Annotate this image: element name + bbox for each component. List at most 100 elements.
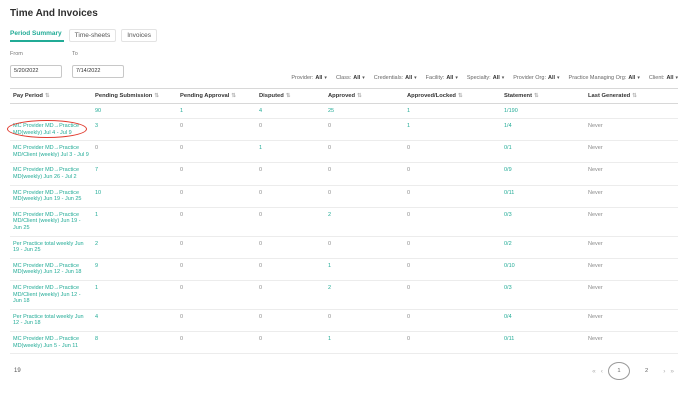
tab-period-summary[interactable]: Period Summary [10,28,64,42]
pay-period-link[interactable]: MC Provider MD→Practice MD(weekly) Jun 2… [13,167,79,180]
pay-period-link[interactable]: MC Provider MD→Practice MD(weekly) Jun 1… [13,263,81,276]
totals-link[interactable]: 1 [407,108,410,114]
filter-specialty[interactable]: Specialty: All ▾ [467,75,504,81]
cell-link[interactable]: 10 [95,190,101,196]
cell-link[interactable]: 2 [328,285,331,291]
filter-value: All [446,74,454,81]
last-page-button[interactable]: » [670,368,674,375]
page-button-1[interactable]: 1 [607,362,630,381]
cell-value: 0 [407,285,411,291]
sort-icon[interactable]: ⇅ [357,93,362,99]
totals-link[interactable]: 4 [259,108,262,114]
totals-cell: 4 [256,103,325,120]
table-row: MC Provider MD→Practice MD/Client (weekl… [10,207,678,237]
next-page-button[interactable]: › [663,368,665,375]
pay-period-cell: Per Practice total weekly Jun 12 - Jun 1… [10,309,92,332]
cell: 0 [325,309,404,332]
cell-link[interactable]: 1 [95,285,98,291]
column-header-disputed[interactable]: Disputed ⇅ [256,87,325,104]
pay-period-link[interactable]: Per Practice total weekly Jun 19 - Jun 2… [13,241,84,254]
pay-period-link[interactable]: MC Provider MD→Practice MD/Client (weekl… [13,145,89,158]
cell-value: 0 [180,240,184,247]
table-row: MC Provider MD→Practice MD(weekly) Jun 1… [10,258,678,282]
cell: 0 [256,207,325,237]
cell-link[interactable]: 3 [95,123,98,129]
cell-link[interactable]: 1 [259,145,262,151]
totals-link[interactable]: 90 [95,108,101,114]
column-header-label: Disputed [259,92,284,99]
filter-facility[interactable]: Facility: All ▾ [426,75,458,81]
column-header-statement[interactable]: Statement ⇅ [501,87,585,104]
totals-link[interactable]: 25 [328,108,334,114]
cell-link[interactable]: 0/2 [504,241,512,247]
sort-icon[interactable]: ⇅ [534,93,539,99]
cell-link[interactable]: 1/4 [504,123,512,129]
column-header-approved-locked[interactable]: Approved/Locked ⇅ [404,87,501,104]
sort-icon[interactable]: ⇅ [45,93,50,99]
filter-credentials[interactable]: Credentials: All ▾ [374,75,417,81]
sort-icon[interactable]: ⇅ [286,93,291,99]
sort-icon[interactable]: ⇅ [632,93,637,99]
cell: 0 [325,185,404,208]
cell-link[interactable]: 7 [95,167,98,173]
cell-link[interactable]: 0/11 [504,336,514,342]
cell-value: 0 [259,313,263,320]
column-header-pay-period[interactable]: Pay Period ⇅ [10,87,92,104]
to-date-input[interactable] [72,64,124,78]
column-header-last-generated[interactable]: Last Generated ⇅ [585,87,678,104]
cell-link[interactable]: 2 [328,212,331,218]
totals-link[interactable]: 1/190 [504,108,518,114]
cell-link[interactable]: 0/4 [504,314,512,320]
cell-link[interactable]: 0/1 [504,145,512,151]
filter-provider[interactable]: Provider: All ▾ [291,75,327,81]
cell-link[interactable]: 1 [95,212,98,218]
tab-bar: Period Summary Time-sheets Invoices [10,28,678,42]
first-page-button[interactable]: « [592,368,596,375]
cell-value: 0 [180,189,184,196]
pay-period-link[interactable]: MC Provider MD→Practice MD(weekly) Jun 5… [13,336,79,349]
sort-icon[interactable]: ⇅ [154,93,159,99]
pay-period-cell: MC Provider MD→Practice MD(weekly) Jun 2… [10,162,92,186]
pay-period-link[interactable]: MC Provider MD→Practice MD(weekly) Jul 4… [13,123,79,136]
page-button-2[interactable]: 2 [635,360,658,382]
filter-practice-managing-org[interactable]: Practice Managing Org: All ▾ [569,75,640,81]
cell-link[interactable]: 0/11 [504,190,514,196]
pay-period-cell: MC Provider MD→Practice MD(weekly) Jun 5… [10,331,92,355]
cell: 0/9 [501,162,585,186]
pay-period-link[interactable]: MC Provider MD→Practice MD/Client (weekl… [13,212,81,231]
cell: 0 [177,258,256,282]
caret-down-icon: ▾ [637,74,640,81]
cell: 8 [92,331,177,355]
filter-label: Facility: [425,74,445,81]
pay-period-link[interactable]: MC Provider MD→Practice MD/Client (weekl… [13,285,81,304]
tab-time-sheets[interactable]: Time-sheets [68,29,117,42]
sort-icon[interactable]: ⇅ [231,93,236,99]
cell-link[interactable]: 0/9 [504,167,512,173]
cell-link[interactable]: 4 [95,314,98,320]
cell-link[interactable]: 0/10 [504,263,515,269]
pay-period-link[interactable]: Per Practice total weekly Jun 12 - Jun 1… [13,314,84,327]
cell: 7 [92,162,177,186]
cell-link[interactable]: 8 [95,336,98,342]
column-header-pending-approval[interactable]: Pending Approval ⇅ [177,87,256,104]
sort-icon[interactable]: ⇅ [458,93,463,99]
column-header-approved[interactable]: Approved ⇅ [325,87,404,104]
cell-link[interactable]: 1 [328,336,331,342]
cell-link[interactable]: 1 [328,263,331,269]
column-header-pending-submission[interactable]: Pending Submission ⇅ [92,87,177,104]
prev-page-button[interactable]: ‹ [601,368,603,375]
filter-client[interactable]: Client: All ▾ [649,75,678,81]
cell-link[interactable]: 9 [95,263,98,269]
pay-period-link[interactable]: MC Provider MD→Practice MD(weekly) Jun 1… [13,190,81,203]
cell: 0 [177,309,256,332]
cell-link[interactable]: 2 [95,241,98,247]
cell-link[interactable]: 0/3 [504,285,512,291]
cell-value: 0 [180,123,184,130]
cell-link[interactable]: 1 [407,123,410,129]
cell-link[interactable]: 0/3 [504,212,512,218]
tab-invoices[interactable]: Invoices [121,29,158,42]
filter-provider-org[interactable]: Provider Org: All ▾ [513,75,559,81]
from-date-input[interactable] [10,64,62,78]
totals-link[interactable]: 1 [180,108,183,114]
filter-class[interactable]: Class: All ▾ [336,75,365,81]
